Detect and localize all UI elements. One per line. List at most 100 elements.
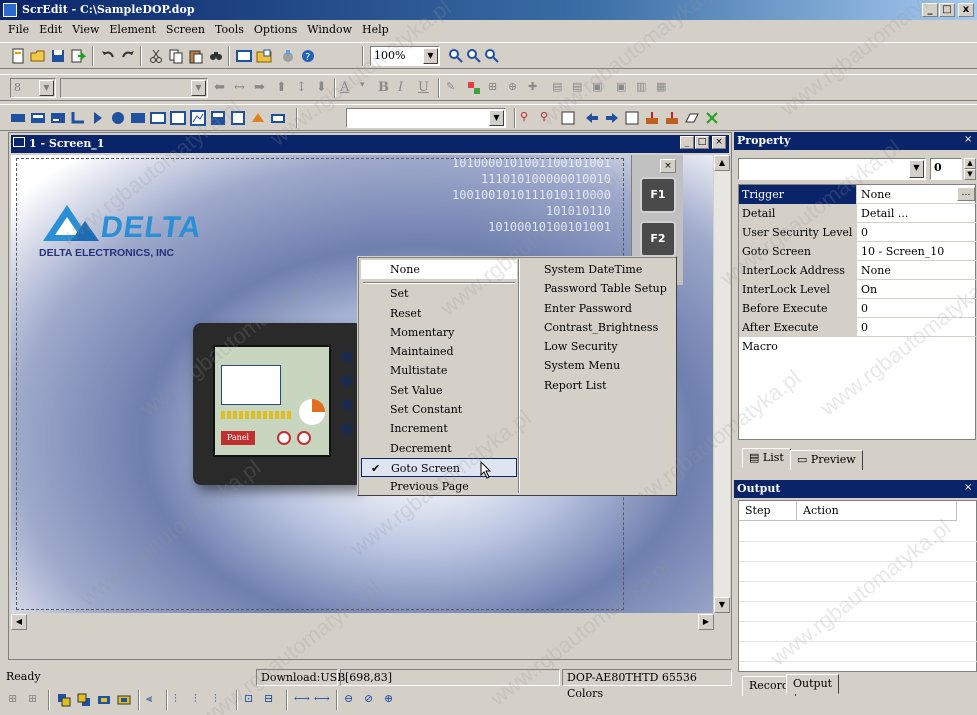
pipe-element-icon[interactable] (70, 110, 86, 126)
child-restore-button[interactable]: □ (695, 136, 709, 149)
menu-item-low-security[interactable]: Low Security (536, 337, 676, 356)
lamp-element-icon[interactable] (110, 110, 126, 126)
menu-item-set[interactable]: Set (361, 284, 517, 303)
help-icon[interactable]: ? (300, 48, 316, 64)
tab-output[interactable]: Output (786, 674, 840, 694)
menu-item-momentary[interactable]: Momentary (361, 323, 517, 342)
menu-item-reset[interactable]: Reset (361, 304, 517, 323)
folder-screen-icon[interactable] (256, 48, 272, 64)
child-minimize-button[interactable]: _ (680, 136, 694, 149)
property-value[interactable]: 0 (861, 223, 868, 242)
exit-icon[interactable] (704, 110, 720, 126)
font-size-combo[interactable]: 8 ▼ (10, 78, 56, 98)
center-horizontal-icon[interactable]: ⊖ (344, 692, 360, 708)
same-size-icon[interactable]: ⊡ (244, 692, 260, 708)
property-value[interactable]: 0 (861, 299, 868, 318)
scroll-down-icon[interactable]: ▼ (714, 597, 730, 613)
center-both-icon[interactable]: ⊕ (384, 692, 400, 708)
menu-item-contrast-brightness[interactable]: Contrast_Brightness (536, 318, 676, 337)
menu-item-none[interactable]: None (361, 260, 517, 280)
property-row-detail[interactable]: Detail Detail ... (739, 204, 977, 223)
property-row-interlock-address[interactable]: InterLock Address None (739, 261, 977, 280)
tab-preview[interactable]: ▭ Preview (790, 450, 863, 470)
upload-icon[interactable] (584, 110, 600, 126)
zoom-in-icon[interactable] (448, 48, 464, 64)
restore-button[interactable]: □ (939, 3, 955, 17)
menu-window[interactable]: Window (303, 23, 358, 36)
export-icon[interactable] (70, 48, 87, 64)
cut-icon[interactable] (148, 48, 164, 64)
space-vertical-icon[interactable]: ⟷ (314, 692, 330, 708)
menu-item-maintained[interactable]: Maintained (361, 342, 517, 361)
scroll-left-icon[interactable]: ◀ (11, 614, 27, 630)
group-icon[interactable]: ▣ (616, 80, 632, 96)
italic-icon[interactable]: I (398, 80, 414, 96)
arrow-element-icon[interactable] (90, 110, 106, 126)
menu-item-set-constant[interactable]: Set Constant (361, 400, 517, 419)
text-color-icon[interactable]: A (340, 80, 356, 96)
bring-forward-icon[interactable] (56, 692, 72, 708)
menu-view[interactable]: View (68, 23, 105, 36)
menu-item-decrement[interactable]: Decrement (361, 439, 517, 458)
meter-element-icon[interactable] (30, 110, 46, 126)
property-value[interactable]: On (861, 280, 877, 299)
open-folder-icon[interactable] (30, 48, 46, 64)
ladder-icon[interactable]: ⚲ (520, 110, 536, 126)
menu-item-enter-password[interactable]: Enter Password (536, 299, 676, 318)
property-row-trigger[interactable]: Trigger None … (739, 185, 977, 204)
space-horizontal-icon[interactable]: ⟷ (294, 692, 310, 708)
copy-icon[interactable] (168, 48, 184, 64)
menu-item-system-datetime[interactable]: System DateTime (536, 260, 676, 279)
spin-down-icon[interactable]: ▼ (964, 169, 976, 180)
chevron-down-icon[interactable]: ▼ (39, 80, 54, 96)
property-value[interactable]: None (861, 185, 891, 204)
table-element-icon[interactable] (210, 110, 226, 126)
upload-device-icon[interactable] (644, 110, 660, 126)
download-icon[interactable] (604, 110, 620, 126)
font-name-combo[interactable]: ▼ (60, 78, 208, 98)
align-right-icon[interactable]: ➡ (254, 80, 270, 96)
chevron-down-icon[interactable]: ▾ (360, 80, 376, 96)
menu-edit[interactable]: Edit (35, 23, 68, 36)
align-center-horizontal-icon[interactable]: ↔ (234, 80, 250, 96)
zoom-combo[interactable]: 100% ▼ (370, 46, 440, 66)
align-top-icon[interactable]: ⬆ (276, 80, 292, 96)
f2-key[interactable]: F2 (640, 221, 676, 257)
property-value[interactable]: None (861, 261, 891, 280)
input-element-icon[interactable] (150, 110, 166, 126)
ellipsis-button[interactable]: … (957, 187, 975, 201)
align-top-edge-icon[interactable]: ⫶ (174, 692, 190, 708)
send-to-back-icon[interactable] (116, 692, 132, 708)
f1-key[interactable]: F1 (640, 177, 676, 213)
size-height-icon[interactable]: ▤ (572, 80, 588, 96)
ladder-edit-icon[interactable]: ⚲ (540, 110, 556, 126)
close-icon[interactable]: × (964, 482, 976, 495)
tab-list[interactable]: ▤ List (742, 448, 791, 468)
scroll-up-icon[interactable]: ▲ (714, 155, 730, 171)
property-row-before-execute-macro[interactable]: Before Execute Macro 0 (739, 299, 977, 334)
center-vertical-icon[interactable]: ⊘ (364, 692, 380, 708)
distribute-vertical-icon[interactable]: ⊕ (508, 80, 524, 96)
zoom-out-icon[interactable] (466, 48, 482, 64)
close-icon[interactable]: × (964, 134, 976, 147)
object-combo[interactable]: ▼ (738, 158, 926, 180)
chevron-down-icon[interactable]: ▼ (909, 160, 924, 178)
chevron-down-icon[interactable]: ▼ (489, 110, 504, 126)
align-center-edge-icon[interactable]: ⫶ (194, 692, 210, 708)
menu-help[interactable]: Help (358, 23, 395, 36)
menu-item-multistate[interactable]: Multistate (361, 361, 517, 380)
paste-icon[interactable] (188, 48, 204, 64)
size-width-icon[interactable]: ▤ (552, 80, 568, 96)
menu-item-increment[interactable]: Increment (361, 419, 517, 438)
list-element-icon[interactable] (230, 110, 246, 126)
pen-icon[interactable]: ✎ (446, 80, 462, 96)
property-row-after-execute-macro[interactable]: After Execute Macro 0 (739, 318, 977, 353)
alarm-element-icon[interactable] (250, 110, 266, 126)
image-element-icon[interactable] (130, 110, 146, 126)
menu-item-report-list[interactable]: Report List (536, 376, 676, 395)
new-file-icon[interactable] (10, 48, 26, 64)
compile-icon[interactable] (280, 48, 296, 64)
distribute-icon[interactable]: ⊞ (488, 80, 504, 96)
column-header-action[interactable]: Action (797, 501, 957, 521)
underline-icon[interactable]: U (418, 80, 434, 96)
